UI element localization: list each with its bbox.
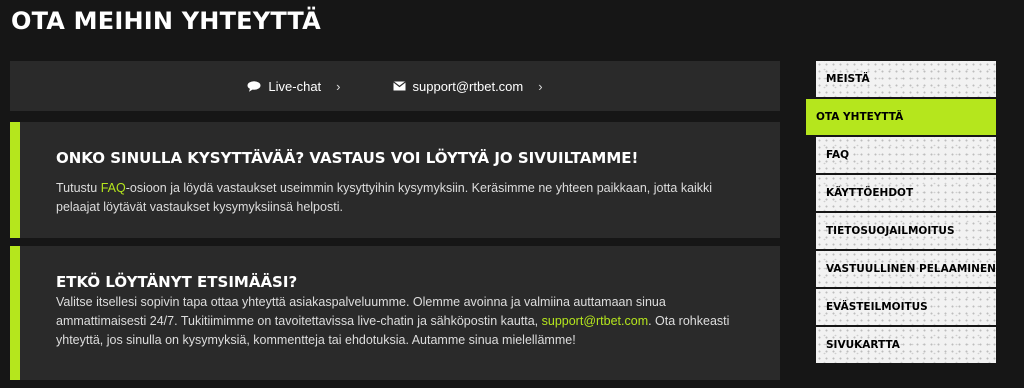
chevron-right-icon: › — [336, 78, 341, 94]
sidebar-item-kayttoehdot[interactable]: KÄYTTÖEHDOT — [816, 175, 996, 213]
live-chat-label: Live-chat — [268, 78, 322, 94]
sidebar-item-sivukartta[interactable]: SIVUKARTTA — [816, 327, 996, 365]
sidebar-item-vastuullinen-pelaaminen[interactable]: VASTUULLINEN PELAAMINEN — [816, 251, 996, 289]
accent-bar — [10, 122, 20, 238]
faq-link[interactable]: FAQ — [101, 181, 126, 195]
support-email-link[interactable]: support@rtbet.com — [542, 314, 648, 328]
envelope-icon — [392, 81, 406, 91]
sidebar-nav: MEISTÄ OTA YHTEYTTÄ FAQ KÄYTTÖEHDOT TIET… — [806, 61, 996, 365]
page-title: OTA MEIHIN YHTEYTTÄ — [11, 7, 321, 35]
sidebar-item-tietosuojailmoitus[interactable]: TIETOSUOJAILMOITUS — [816, 213, 996, 251]
sidebar-item-evasteilmoitus[interactable]: EVÄSTEILMOITUS — [816, 289, 996, 327]
help-panel-heading: ETKÖ LÖYTÄNYT ETSIMÄÄSI? — [56, 273, 298, 291]
faq-panel-heading: ONKO SINULLA KYSYTTÄVÄÄ? VASTAUS VOI LÖY… — [56, 149, 639, 167]
chat-bubble-icon — [247, 80, 261, 92]
faq-panel: ONKO SINULLA KYSYTTÄVÄÄ? VASTAUS VOI LÖY… — [10, 122, 780, 238]
live-chat-link[interactable]: Live-chat › — [247, 78, 341, 94]
accent-bar — [10, 246, 20, 380]
faq-panel-text: Tutustu FAQ-osioon ja löydä vastaukset u… — [56, 181, 713, 214]
help-panel: ETKÖ LÖYTÄNYT ETSIMÄÄSI? Valitse itselle… — [10, 246, 780, 380]
sidebar-item-ota-yhteytta[interactable]: OTA YHTEYTTÄ — [806, 99, 996, 137]
chevron-right-icon: › — [538, 78, 543, 94]
email-link[interactable]: support@rtbet.com › — [392, 78, 543, 94]
email-label: support@rtbet.com — [412, 78, 524, 94]
sidebar-item-meista[interactable]: MEISTÄ — [816, 61, 996, 99]
help-panel-text: Valitse itsellesi sopivin tapa ottaa yht… — [56, 295, 730, 347]
sidebar-item-faq[interactable]: FAQ — [816, 137, 996, 175]
contact-bar: Live-chat › support@rtbet.com › — [10, 61, 780, 111]
